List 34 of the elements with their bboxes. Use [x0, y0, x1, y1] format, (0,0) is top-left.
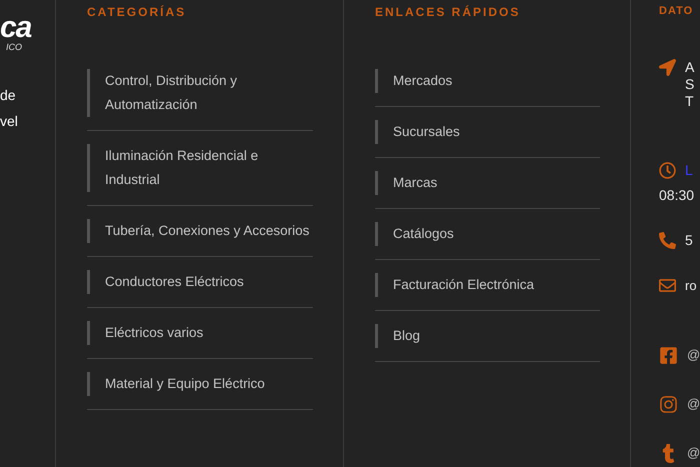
section-heading: ENLACES RÁPIDOS: [375, 5, 522, 21]
clock-icon: [659, 162, 676, 179]
hours-text: 08:30: [659, 187, 696, 204]
address-text: A: [685, 59, 694, 76]
footer-link[interactable]: Facturación Electrónica: [375, 273, 600, 297]
logo: ca: [0, 14, 32, 42]
location-arrow-icon: [659, 59, 676, 76]
social-handle[interactable]: @: [687, 395, 700, 412]
address-text: T: [685, 93, 694, 110]
logo-tagline: ICO: [6, 42, 24, 52]
footer-link[interactable]: Marcas: [375, 171, 600, 195]
mail-icon: [659, 277, 676, 294]
address-text: S: [685, 76, 694, 93]
social-handle[interactable]: @: [687, 346, 700, 363]
intro-text: de: [0, 86, 17, 105]
footer-link[interactable]: Control, Distribución y Automatización: [87, 69, 313, 117]
footer-link[interactable]: Mercados: [375, 69, 600, 93]
footer-link[interactable]: Iluminación Residencial e Industrial: [87, 144, 313, 192]
footer-link[interactable]: Sucursales: [375, 120, 600, 144]
facebook-icon[interactable]: [659, 346, 678, 365]
section-heading: DATO: [659, 5, 694, 19]
email-text: ro: [685, 277, 697, 294]
section-heading: CATEGORÍAS: [87, 5, 188, 21]
footer-link[interactable]: Material y Equipo Eléctrico: [87, 372, 313, 396]
phone-icon: [659, 232, 676, 249]
footer-link[interactable]: Eléctricos varios: [87, 321, 313, 345]
footer-link[interactable]: Catálogos: [375, 222, 600, 246]
phone-text: 5: [685, 232, 693, 249]
footer-link[interactable]: Conductores Eléctricos: [87, 270, 313, 294]
footer-link[interactable]: Tubería, Conexiones y Accesorios: [87, 219, 313, 243]
instagram-icon[interactable]: [659, 395, 678, 414]
social-handle[interactable]: @: [687, 444, 700, 461]
intro-text: vel: [0, 112, 19, 131]
footer-link[interactable]: Blog: [375, 324, 600, 348]
